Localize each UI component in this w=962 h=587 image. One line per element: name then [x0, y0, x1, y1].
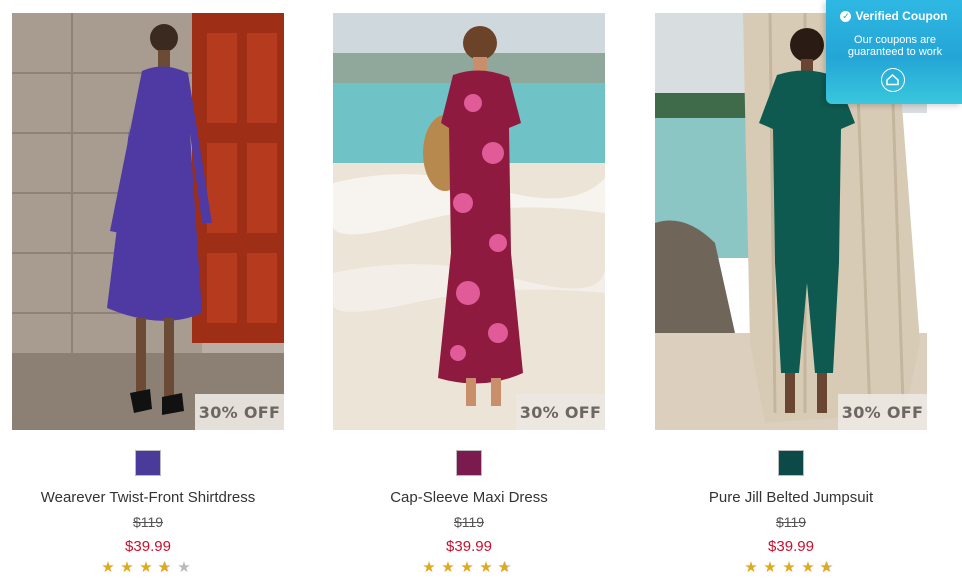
product-image[interactable]: 30% OFF — [12, 13, 284, 430]
discount-badge: 30% OFF — [195, 394, 284, 430]
product-name[interactable]: Cap-Sleeve Maxi Dress — [333, 489, 605, 506]
star-full-icon: ★ — [763, 558, 781, 576]
house-icon — [886, 73, 899, 86]
sale-price: $39.99 — [768, 538, 814, 555]
color-swatch[interactable] — [778, 450, 804, 476]
product-name[interactable]: Pure Jill Belted Jumpsuit — [655, 489, 927, 506]
color-swatch[interactable] — [135, 450, 161, 476]
product-photo-dress-purple — [12, 13, 284, 430]
star-full-icon: ★ — [801, 558, 819, 576]
home-logo-icon[interactable] — [881, 68, 905, 92]
coupon-title-row: ✓ Verified Coupon — [826, 9, 962, 23]
product-card: 30% OFF Wearever Twist-Front Shirtdress … — [12, 13, 284, 587]
original-price: $119 — [453, 514, 485, 530]
star-half-icon: ★ — [498, 558, 517, 576]
star-full-icon: ★ — [744, 558, 762, 576]
star-empty-icon: ★ — [177, 558, 195, 576]
star-full-icon: ★ — [441, 558, 459, 576]
star-full-icon: ★ — [460, 558, 478, 576]
product-image[interactable]: 30% OFF — [333, 13, 605, 430]
color-swatch[interactable] — [456, 450, 482, 476]
product-photo-maxi-dress — [333, 13, 605, 430]
product-card: 30% OFF Cap-Sleeve Maxi Dress $119 $39.9… — [333, 13, 605, 587]
checkmark-icon: ✓ — [840, 11, 852, 22]
sale-price: $39.99 — [125, 538, 171, 555]
star-full-icon: ★ — [120, 558, 138, 576]
coupon-title: Verified Coupon — [855, 9, 948, 23]
star-full-icon: ★ — [139, 558, 157, 576]
rating-stars: ★★★★★ — [12, 558, 284, 576]
star-full-icon: ★ — [479, 558, 497, 576]
original-price: $119 — [775, 514, 807, 530]
verified-coupon-popup[interactable]: ✓ Verified Coupon Our coupons are guarant… — [826, 0, 962, 104]
original-price: $119 — [132, 514, 164, 530]
discount-badge: 30% OFF — [516, 394, 605, 430]
product-grid: 30% OFF Wearever Twist-Front Shirtdress … — [0, 0, 962, 587]
star-half-icon: ★ — [820, 558, 839, 576]
rating-stars: ★★★★★ — [655, 558, 927, 576]
star-full-icon: ★ — [101, 558, 119, 576]
rating-stars: ★★★★★ — [333, 558, 605, 576]
product-name[interactable]: Wearever Twist-Front Shirtdress — [12, 489, 284, 506]
discount-badge: 30% OFF — [838, 394, 927, 430]
star-half-icon: ★ — [158, 558, 177, 576]
coupon-subtitle: Our coupons are guaranteed to work — [847, 34, 943, 58]
star-full-icon: ★ — [422, 558, 440, 576]
sale-price: $39.99 — [446, 538, 492, 555]
star-full-icon: ★ — [782, 558, 800, 576]
